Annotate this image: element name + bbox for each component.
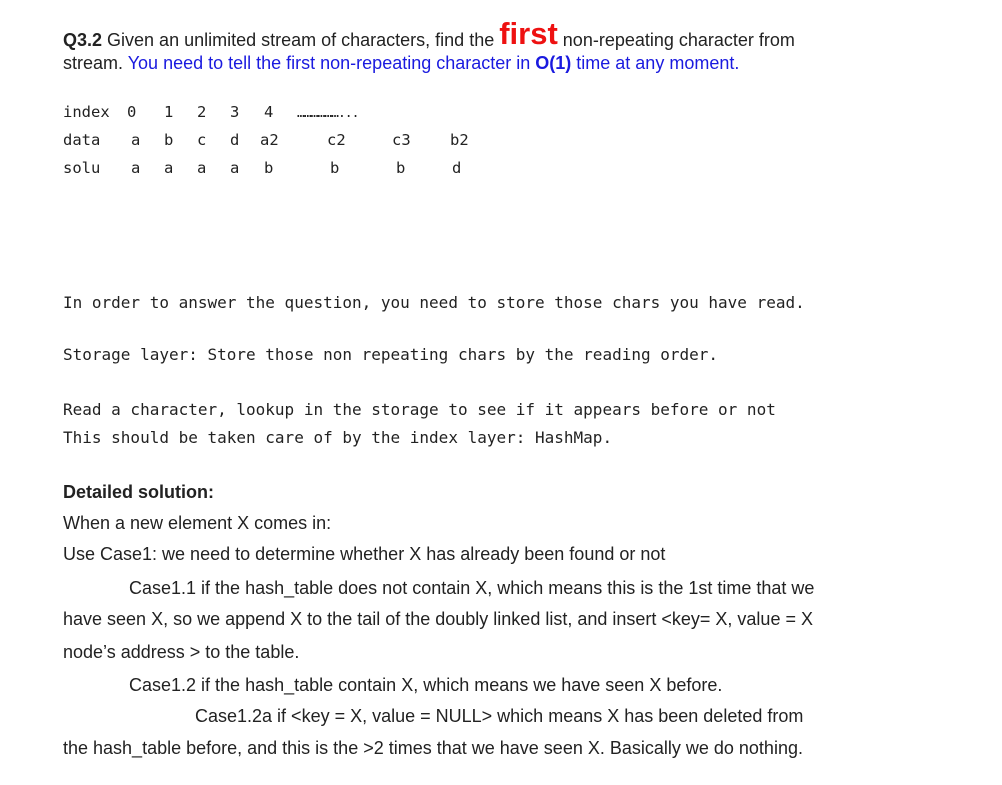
index-cell: 4 xyxy=(264,103,274,121)
solu-cell: b xyxy=(330,159,340,177)
question-stream-text: stream. xyxy=(63,53,128,73)
solu-cell: a xyxy=(197,159,207,177)
note-storage-layer: Storage layer: Store those non repeating… xyxy=(63,345,719,364)
solu-cell: a xyxy=(164,159,174,177)
note-lookup: Read a character, lookup in the storage … xyxy=(63,400,776,419)
index-cell: 3 xyxy=(230,103,240,121)
solution-case12: Case1.2 if the hash_table contain X, whi… xyxy=(129,675,723,695)
solution-case12a-line1: Case1.2a if <key = X, value = NULL> whic… xyxy=(195,706,804,726)
question-label: Q3.2 xyxy=(63,30,103,50)
data-cell: b2 xyxy=(450,131,469,149)
solution-heading: Detailed solution: xyxy=(63,482,215,502)
row-label-data: data xyxy=(63,131,101,149)
row-label-index: index xyxy=(63,103,110,121)
solu-cell: b xyxy=(396,159,406,177)
solution-case11-line1: Case1.1 if the hash_table does not conta… xyxy=(129,578,815,598)
note-index-layer: This should be taken care of by the inde… xyxy=(63,428,613,447)
solu-cell: a xyxy=(230,159,240,177)
index-cell: 0 xyxy=(127,103,137,121)
row-label-solu: solu xyxy=(63,159,101,177)
question-emphasis: first xyxy=(499,16,558,51)
solu-cell: b xyxy=(264,159,274,177)
solu-cell: d xyxy=(452,159,462,177)
index-continuation: ………………... xyxy=(297,106,359,121)
question-text: Given an unlimited stream of characters,… xyxy=(102,30,500,50)
question-requirement-end: time at any moment. xyxy=(571,53,740,73)
data-cell: b xyxy=(164,131,174,149)
data-cell: a xyxy=(131,131,141,149)
data-cell: c xyxy=(197,131,207,149)
solution-case1: Use Case1: we need to determine whether … xyxy=(63,544,666,564)
data-cell: c3 xyxy=(392,131,411,149)
solution-case11-line2: have seen X, so we append X to the tail … xyxy=(63,609,813,629)
solution-intro: When a new element X comes in: xyxy=(63,513,332,533)
question-line-2: stream. You need to tell the first non-r… xyxy=(63,53,739,74)
question-complexity: O(1) xyxy=(535,53,572,73)
question-text-after: non-repeating character from xyxy=(557,30,795,50)
solu-cell: a xyxy=(131,159,141,177)
index-cell: 2 xyxy=(197,103,207,121)
question-line-1: Q3.2 Given an unlimited stream of charac… xyxy=(63,16,795,54)
data-cell: a2 xyxy=(260,131,279,149)
note-storage-question: In order to answer the question, you nee… xyxy=(63,293,805,312)
solution-case12a-line2: the hash_table before, and this is the >… xyxy=(63,738,803,758)
solution-case11-line3: node’s address > to the table. xyxy=(63,642,300,662)
data-cell: d xyxy=(230,131,240,149)
index-cell: 1 xyxy=(164,103,174,121)
data-cell: c2 xyxy=(327,131,346,149)
question-requirement: You need to tell the first non-repeating… xyxy=(127,53,536,73)
